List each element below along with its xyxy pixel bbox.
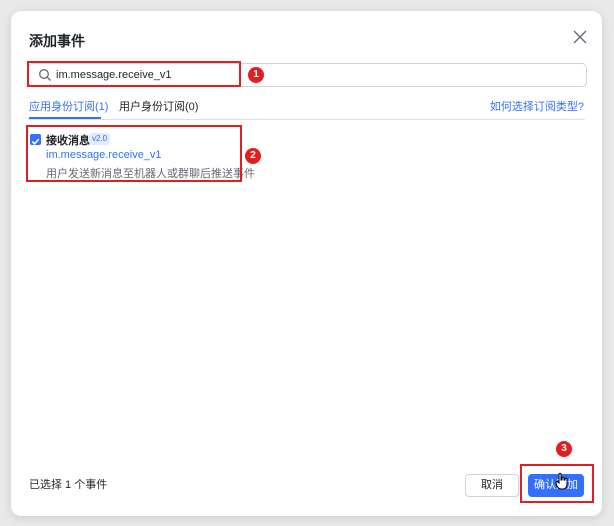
tabs-divider [28,119,585,120]
annotation-badge-3: 3 [556,441,572,457]
annotation-badge-1: 1 [248,67,264,83]
annotation-badge-2: 2 [245,148,261,164]
annotation-box-2 [26,125,242,182]
dialog-title: 添加事件 [29,33,85,49]
close-icon[interactable] [572,29,588,45]
selected-count: 已选择 1 个事件 [29,479,108,491]
annotation-box-1 [27,61,241,87]
cancel-button[interactable]: 取消 [465,474,519,497]
subscription-type-help-link[interactable]: 如何选择订阅类型? [490,98,584,114]
hand-cursor-icon [555,472,568,490]
tab-user-subscription[interactable]: 用户身份订阅(0) [119,98,198,114]
tab-app-subscription[interactable]: 应用身份订阅(1) [29,98,108,114]
